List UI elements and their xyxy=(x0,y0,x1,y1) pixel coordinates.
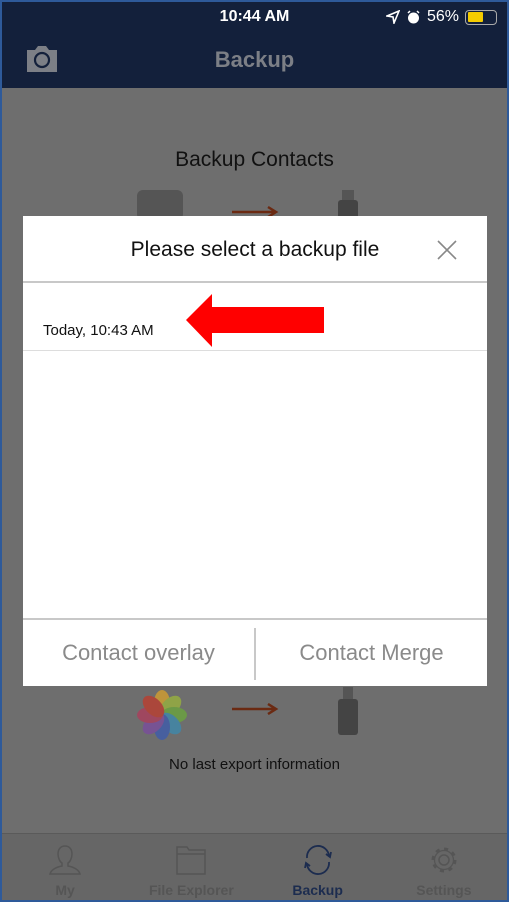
location-icon xyxy=(385,10,400,24)
person-icon xyxy=(49,845,82,875)
arrow-right-icon xyxy=(232,703,279,715)
gear-icon xyxy=(431,847,457,873)
header: 10:44 AM 56% Backup xyxy=(2,2,507,88)
tab-my[interactable]: My xyxy=(2,834,128,900)
sync-icon xyxy=(303,845,332,875)
tab-bar: My File Explorer Backup Settings xyxy=(2,833,507,900)
dialog-title: Please select a backup file xyxy=(130,238,380,261)
tab-file-explorer[interactable]: File Explorer xyxy=(128,834,254,900)
tab-backup[interactable]: Backup xyxy=(255,834,381,900)
app-screen: 10:44 AM 56% Backup Backup Contacts No l… xyxy=(2,2,507,900)
status-bar: 10:44 AM 56% xyxy=(2,8,507,28)
usb-drive-icon xyxy=(338,687,358,735)
section-title: Backup Contacts xyxy=(175,148,334,171)
select-backup-dialog: Please select a backup file Today, 10:43… xyxy=(23,216,487,686)
export-info: No last export information xyxy=(169,756,340,773)
page-title: Backup xyxy=(214,47,295,72)
contact-merge-button[interactable]: Contact Merge xyxy=(256,620,487,686)
folder-icon xyxy=(176,846,207,875)
alarm-icon xyxy=(407,9,420,23)
contact-overlay-button[interactable]: Contact overlay xyxy=(23,620,254,686)
photos-icon xyxy=(137,690,187,740)
backup-file-item[interactable]: Today, 10:43 AM xyxy=(23,283,487,351)
tab-settings[interactable]: Settings xyxy=(381,834,507,900)
battery-icon xyxy=(465,9,497,25)
battery-percent: 56% xyxy=(426,8,459,25)
close-icon[interactable] xyxy=(437,240,457,260)
